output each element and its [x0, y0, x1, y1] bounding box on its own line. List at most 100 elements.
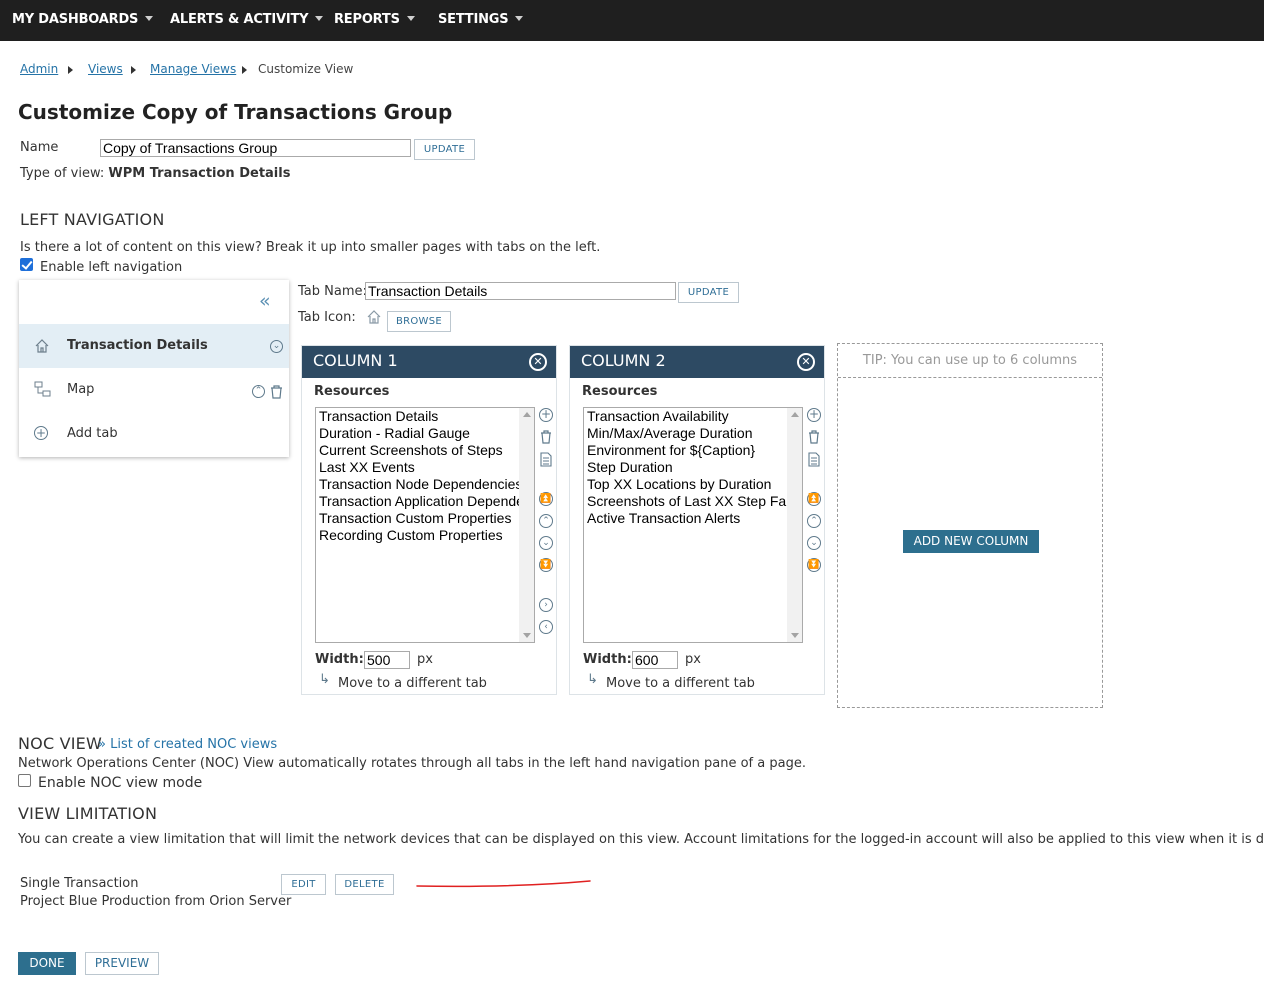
enable-noc-checkbox[interactable] — [18, 774, 31, 787]
close-column-icon[interactable]: ✕ — [529, 353, 547, 371]
width-unit: px — [685, 652, 701, 667]
name-update-button[interactable]: UPDATE — [414, 139, 475, 160]
delete-limitation-button[interactable]: DELETE — [335, 874, 394, 895]
list-item[interactable]: Environment for ${Caption} — [587, 442, 755, 459]
noc-description: Network Operations Center (NOC) View aut… — [18, 756, 806, 771]
list-item[interactable]: Transaction Node Dependencies — [319, 476, 522, 493]
list-item[interactable]: Transaction Application Dependencies — [319, 493, 534, 510]
move-right-icon[interactable]: › — [539, 598, 553, 612]
list-item[interactable]: Top XX Locations by Duration — [587, 476, 771, 493]
tab-map[interactable]: Map ⌃ — [19, 368, 289, 412]
tab-label: Transaction Details — [67, 338, 208, 353]
red-annotation-underline — [416, 880, 591, 888]
move-to-bottom-icon[interactable]: ⏬ — [539, 558, 553, 572]
add-tab-row[interactable]: + Add tab — [19, 412, 289, 456]
noc-view-heading: NOC VIEW — [18, 734, 103, 753]
add-column-area: TIP: You can use up to 6 columns ADD NEW… — [837, 343, 1103, 708]
breadcrumb-views[interactable]: Views — [88, 62, 123, 76]
scroll-up-arrow-icon[interactable] — [791, 412, 799, 417]
resources-listbox[interactable]: Transaction Details Duration - Radial Ga… — [315, 407, 535, 643]
preview-button[interactable]: PREVIEW — [85, 952, 159, 975]
move-left-icon[interactable]: ‹ — [539, 620, 553, 634]
breadcrumb-manage-views[interactable]: Manage Views — [150, 62, 236, 76]
network-map-icon — [34, 381, 51, 397]
enable-noc-label: Enable NOC view mode — [38, 775, 203, 791]
column-width-input[interactable] — [364, 651, 410, 669]
list-item[interactable]: Current Screenshots of Steps — [319, 442, 503, 459]
move-to-bottom-icon[interactable]: ⏬ — [807, 558, 821, 572]
tab-name-input[interactable] — [365, 282, 676, 300]
left-nav-tab-panel: « Transaction Details ⌄ Map ⌃ + Add tab — [19, 280, 289, 457]
breadcrumb-separator-icon — [131, 66, 136, 74]
add-resource-icon[interactable]: + — [807, 408, 821, 422]
list-item[interactable]: Transaction Availability — [587, 408, 729, 425]
list-item[interactable]: Last XX Events — [319, 459, 415, 476]
arrow-turn-right-icon: ↳ — [319, 672, 330, 687]
edit-limitation-button[interactable]: EDIT — [281, 874, 326, 895]
list-item[interactable]: Min/Max/Average Duration — [587, 425, 752, 442]
nav-reports[interactable]: REPORTS — [334, 0, 415, 41]
view-limitation-heading: VIEW LIMITATION — [18, 804, 158, 823]
width-unit: px — [417, 652, 433, 667]
trash-icon[interactable] — [270, 385, 283, 399]
listbox-scrollbar[interactable] — [787, 408, 802, 642]
copy-icon[interactable] — [808, 452, 820, 467]
list-item[interactable]: Recording Custom Properties — [319, 527, 503, 544]
width-label: Width: — [583, 652, 632, 667]
scroll-down-arrow-icon[interactable] — [523, 633, 531, 638]
move-up-icon[interactable]: ⌃ — [807, 514, 821, 528]
list-item[interactable]: Active Transaction Alerts — [587, 510, 740, 527]
tab-label: Map — [67, 382, 95, 397]
close-column-icon[interactable]: ✕ — [797, 353, 815, 371]
view-name-input[interactable] — [100, 139, 411, 157]
list-item[interactable]: Transaction Custom Properties — [319, 510, 511, 527]
move-to-top-icon[interactable]: ⏫ — [807, 492, 821, 506]
list-item[interactable]: Duration - Radial Gauge — [319, 425, 470, 442]
enable-left-navigation-checkbox[interactable] — [20, 258, 33, 271]
column-1-panel: COLUMN 1 ✕ Resources Transaction Details… — [301, 345, 557, 695]
breadcrumb-admin[interactable]: Admin — [20, 62, 58, 76]
breadcrumb-current: Customize View — [258, 62, 354, 76]
add-new-column-button[interactable]: ADD NEW COLUMN — [903, 530, 1039, 553]
column-tip: TIP: You can use up to 6 columns — [838, 344, 1102, 378]
chevron-up-circle-icon[interactable]: ⌃ — [252, 385, 265, 398]
copy-icon[interactable] — [540, 452, 552, 467]
list-item[interactable]: Step Duration — [587, 459, 673, 476]
tab-update-button[interactable]: UPDATE — [678, 282, 739, 303]
tab-icon-label: Tab Icon: — [298, 310, 356, 325]
column-header: COLUMN 2 — [570, 346, 824, 378]
name-label: Name — [20, 140, 59, 155]
column-width-input[interactable] — [632, 651, 678, 669]
resources-listbox[interactable]: Transaction Availability Min/Max/Average… — [583, 407, 803, 643]
plus-circle-icon: + — [34, 426, 48, 440]
browse-icon-button[interactable]: BROWSE — [387, 311, 451, 332]
move-to-different-tab-link[interactable]: Move to a different tab — [338, 676, 487, 691]
breadcrumb-separator-icon — [242, 66, 247, 74]
move-down-icon[interactable]: ⌄ — [539, 536, 553, 550]
scroll-up-arrow-icon[interactable] — [523, 412, 531, 417]
scroll-down-arrow-icon[interactable] — [791, 633, 799, 638]
done-button[interactable]: DONE — [18, 952, 76, 975]
tab-name-label: Tab Name: — [298, 284, 367, 299]
move-down-icon[interactable]: ⌄ — [807, 536, 821, 550]
arrow-turn-right-icon: ↳ — [587, 672, 598, 687]
move-to-different-tab-link[interactable]: Move to a different tab — [606, 676, 755, 691]
column-title: COLUMN 1 — [313, 351, 398, 370]
nav-alerts-activity[interactable]: ALERTS & ACTIVITY — [170, 0, 324, 41]
nav-settings[interactable]: SETTINGS — [438, 0, 524, 41]
add-resource-icon[interactable]: + — [539, 408, 553, 422]
list-item[interactable]: Transaction Details — [319, 408, 438, 425]
noc-views-list-link[interactable]: » List of created NOC views — [98, 737, 277, 752]
add-tab-label: Add tab — [67, 426, 118, 441]
tab-transaction-details[interactable]: Transaction Details ⌄ — [19, 324, 289, 368]
trash-icon[interactable] — [808, 430, 820, 444]
trash-icon[interactable] — [540, 430, 552, 444]
caret-down-icon — [515, 16, 524, 21]
list-item[interactable]: Screenshots of Last XX Step Failures — [587, 493, 802, 510]
listbox-scrollbar[interactable] — [519, 408, 534, 642]
move-up-icon[interactable]: ⌃ — [539, 514, 553, 528]
chevron-down-circle-icon[interactable]: ⌄ — [270, 340, 283, 353]
double-chevron-left-icon[interactable]: « — [259, 290, 271, 312]
move-to-top-icon[interactable]: ⏫ — [539, 492, 553, 506]
nav-my-dashboards[interactable]: MY DASHBOARDS — [12, 0, 154, 41]
